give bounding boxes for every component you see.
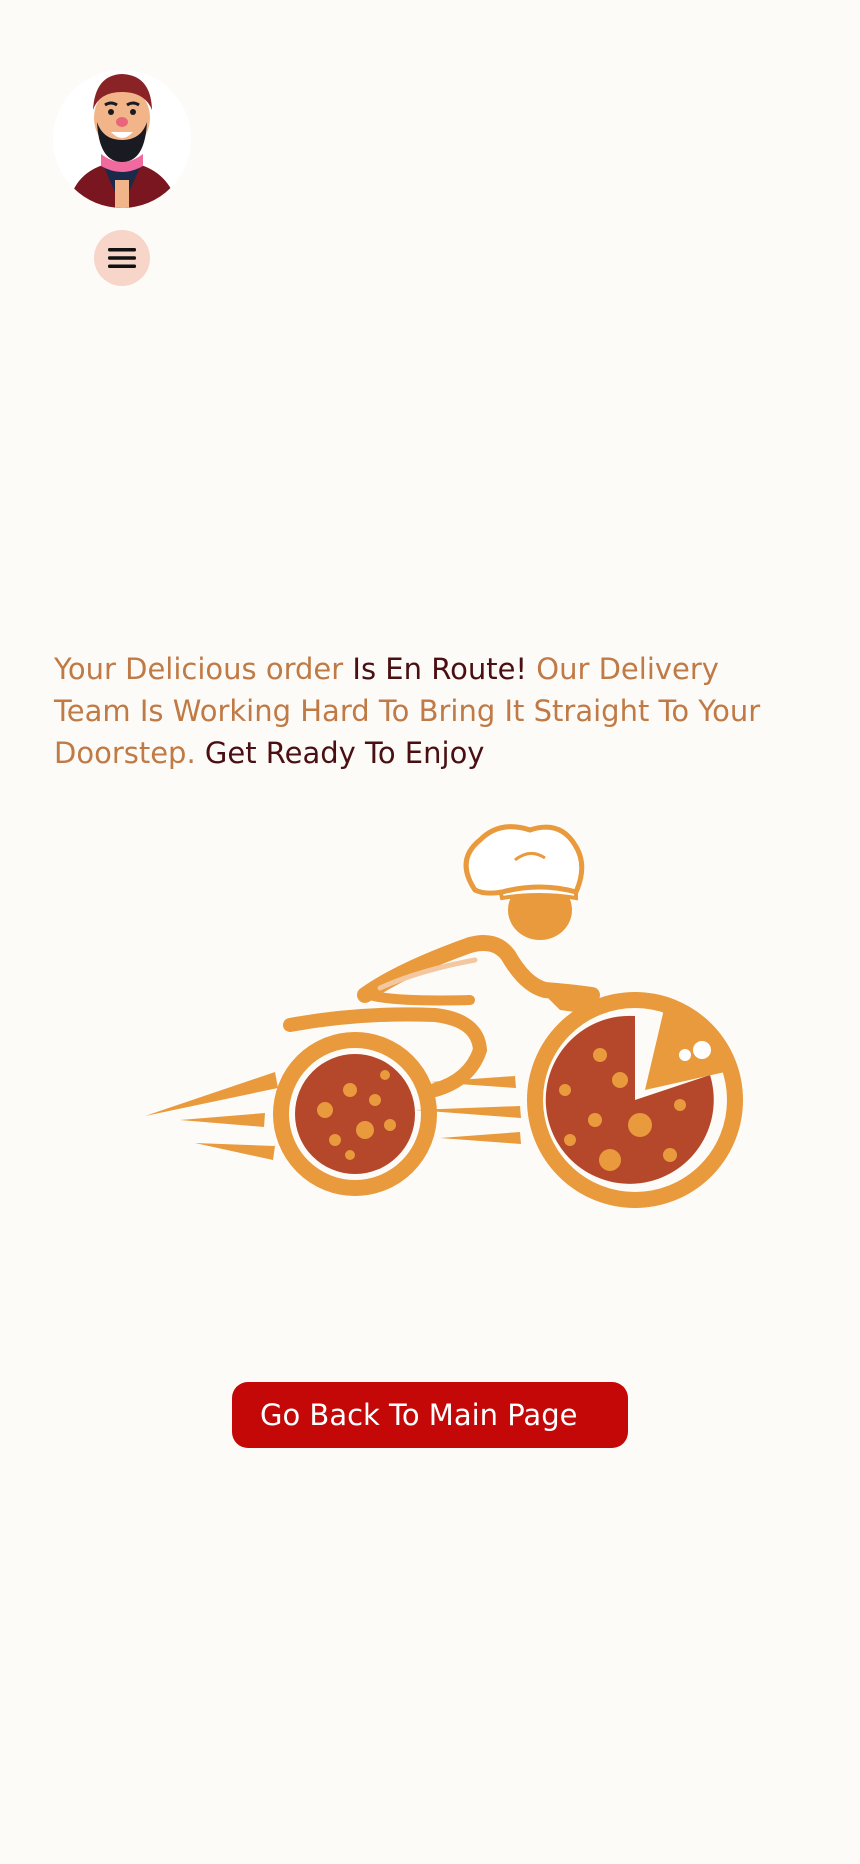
delivery-illustration	[140, 820, 760, 1220]
avatar[interactable]	[53, 70, 191, 208]
delivery-page: Your Delicious order Is En Route! Our De…	[0, 0, 860, 1864]
menu-button[interactable]	[94, 230, 150, 286]
go-back-main-page-button[interactable]: Go Back To Main Page	[232, 1382, 628, 1448]
hamburger-menu-icon	[108, 248, 136, 268]
message-part-2: Is En Route!	[352, 652, 528, 686]
chef-avatar-icon	[68, 74, 178, 208]
message-part-4: Get Ready To Enjoy	[195, 736, 485, 770]
message-part-1: Your Delicious order	[54, 652, 353, 686]
pizza-delivery-rider-icon	[145, 824, 743, 1208]
order-status-message: Your Delicious order Is En Route! Our De…	[54, 648, 774, 774]
